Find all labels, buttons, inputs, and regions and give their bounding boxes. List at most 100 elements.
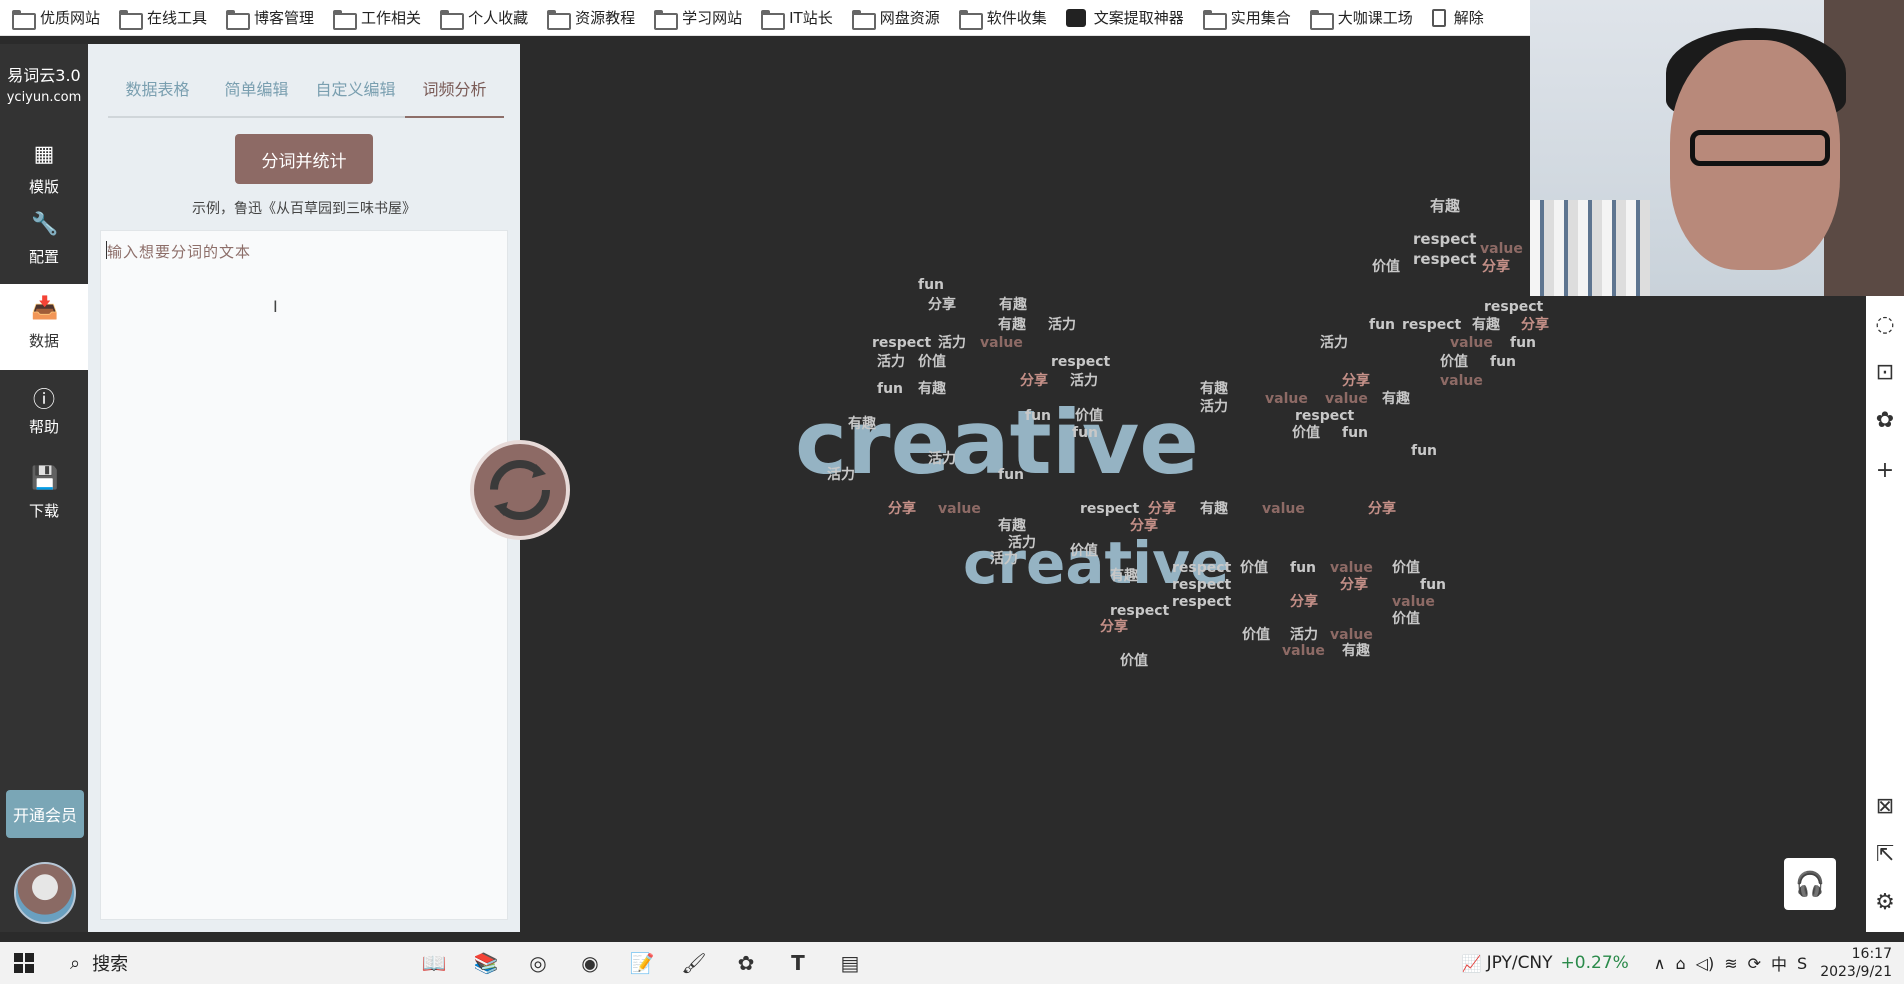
cloud-word: 有趣 — [998, 317, 1026, 333]
example-link[interactable]: 示例，鲁迅《从百草园到三味书屋》 — [88, 198, 520, 218]
save-icon: 💾 — [31, 466, 59, 491]
volume-icon[interactable]: ◁) — [1696, 954, 1715, 973]
vip-button[interactable]: 开通会员 — [6, 790, 84, 838]
nav-item-4[interactable]: 💾 下载 — [0, 454, 88, 540]
cloud-word: fun — [1510, 335, 1537, 351]
nav-label: 帮助 — [28, 418, 59, 436]
bookmark-item[interactable]: 学习网站 — [652, 4, 751, 32]
bookmark-item[interactable]: 在线工具 — [117, 4, 216, 32]
cloud-word: 有趣 — [1342, 643, 1370, 659]
cloud-word: respect — [1413, 230, 1477, 248]
panel-tabs: 数据表格 简单编辑 自定义编辑 词频分析 — [108, 74, 504, 118]
nav-label: 配置 — [28, 248, 59, 266]
notes-app-icon[interactable]: 📝 — [620, 945, 664, 981]
bookmark-label: 个人收藏 — [468, 9, 529, 27]
cloud-word: 价值 — [1240, 560, 1268, 576]
record-app-icon[interactable]: ◉ — [568, 945, 612, 981]
wifi-icon[interactable]: ≋ — [1724, 954, 1737, 973]
clock[interactable]: 16:17 2023/9/21 — [1812, 945, 1904, 981]
bookmark-item[interactable]: 实用集合 — [1201, 4, 1300, 32]
bookmark-label: 软件收集 — [986, 9, 1047, 27]
textarea-placeholder: 输入想要分词的文本 — [107, 243, 252, 261]
cloud-word: fun — [1411, 443, 1438, 459]
bookmark-item[interactable]: 资源教程 — [545, 4, 644, 32]
typora-app-icon[interactable]: T — [776, 945, 820, 981]
bookmark-item[interactable]: 工作相关 — [331, 4, 430, 32]
system-tray: 📈 JPY/CNY +0.27% ∧ ⌂ ◁) ≋ ⟳ 中 S 16:17 20… — [1457, 942, 1904, 984]
cloud-word: 分享 — [1100, 619, 1128, 635]
tab-1[interactable]: 简单编辑 — [207, 74, 306, 116]
nav-item-1[interactable]: 🔧 配置 — [0, 200, 88, 286]
text-input-area[interactable]: 输入想要分词的文本 I — [100, 230, 508, 920]
settings-app-icon[interactable]: ✿ — [724, 945, 768, 981]
cloud-word: 分享 — [1290, 594, 1318, 610]
external-link-icon[interactable]: ⇱ — [1866, 842, 1904, 867]
start-button[interactable] — [0, 942, 48, 984]
reader-app-icon[interactable]: 📖 — [412, 945, 456, 981]
bookmark-item[interactable]: 优质网站 — [10, 4, 109, 32]
bookmark-item[interactable]: IT站长 — [759, 4, 842, 32]
taskbar-search[interactable]: ⌕ 搜索 — [48, 942, 408, 984]
tab-3[interactable]: 词频分析 — [405, 74, 504, 118]
nav-item-3[interactable]: ⓘ 帮助 — [0, 370, 88, 456]
nav-item-2[interactable]: 📥 数据 — [0, 284, 88, 370]
help-circle-icon: ⓘ — [32, 388, 55, 413]
cloud-word: 价值 — [1292, 425, 1320, 441]
game-icon[interactable]: ⊡ — [1866, 360, 1904, 385]
cloud-word: value — [938, 501, 981, 517]
avatar[interactable] — [14, 862, 76, 924]
cloud-word: 活力 — [1008, 535, 1036, 551]
segment-count-button[interactable]: 分词并统计 — [235, 134, 373, 184]
browser-app-icon[interactable]: ◎ — [516, 945, 560, 981]
bookmark-item[interactable]: 文案提取神器 — [1064, 4, 1193, 32]
input-method[interactable]: 中 — [1771, 951, 1787, 975]
cloud-word: 价值 — [918, 354, 946, 370]
folder-icon — [547, 9, 572, 30]
taskbar: ⌕ 搜索 📖 📚 ◎ ◉ 📝 🖌 ✿ T ▤ 📈 JPY/CNY +0.27% ∧ ⌂ ◁) ≋… — [0, 942, 1904, 984]
refresh-icon[interactable]: ◌ — [1866, 312, 1904, 337]
cloud-word: 有趣 — [1200, 381, 1228, 397]
tab-0[interactable]: 数据表格 — [108, 74, 207, 116]
tab-2[interactable]: 自定义编辑 — [306, 74, 405, 116]
bookmark-item[interactable]: 博客管理 — [224, 4, 323, 32]
cloud-word: value — [1330, 560, 1373, 576]
cloud-word: 有趣 — [918, 381, 946, 397]
headset-icon[interactable]: 🎧 — [1784, 858, 1836, 910]
network-icon[interactable]: ⌂ — [1676, 954, 1686, 973]
cloud-word: respect — [1295, 408, 1355, 424]
file-app-icon[interactable]: 📚 — [464, 945, 508, 981]
bookmark-item[interactable]: 网盘资源 — [850, 4, 949, 32]
cloud-word: value — [1262, 501, 1305, 517]
ibeam-cursor-icon: I — [273, 297, 278, 316]
shield-icon[interactable]: S — [1797, 954, 1807, 973]
bookmark-item[interactable]: 个人收藏 — [438, 4, 537, 32]
cloud-word: 活力 — [877, 354, 905, 370]
bookmark-item[interactable]: 大咖课工场 — [1308, 4, 1422, 32]
cloud-word: respect — [1172, 594, 1232, 610]
windows-icon — [14, 953, 34, 973]
cloud-word: 活力 — [1290, 627, 1318, 643]
cloud-word: respect — [1051, 354, 1111, 370]
chevron-up-icon[interactable]: ∧ — [1654, 954, 1666, 973]
fx-label[interactable]: JPY/CNY — [1487, 953, 1553, 973]
nav-label: 下载 — [28, 502, 59, 520]
plus-icon[interactable]: + — [1866, 458, 1904, 483]
app-logo[interactable]: 易词云3.0 yciyun.com — [0, 44, 88, 105]
crop-icon[interactable]: ⊠ — [1866, 794, 1904, 819]
gear-icon[interactable]: ⚙ — [1866, 890, 1904, 915]
cloud-word: 有趣 — [1472, 317, 1500, 333]
bookmark-item[interactable]: 软件收集 — [957, 4, 1056, 32]
bookmark-item[interactable]: 解除 — [1430, 4, 1493, 32]
folder-icon — [12, 9, 36, 30]
files-app-icon[interactable]: ▤ — [828, 945, 872, 981]
cloud-word: respect — [1413, 250, 1477, 268]
sync-icon[interactable]: ⟳ — [1748, 954, 1761, 973]
bookmark-label: 解除 — [1453, 9, 1484, 27]
cloud-word: 有趣 — [998, 518, 1026, 534]
settings-flower-icon[interactable]: ✿ — [1866, 408, 1904, 433]
cloud-word: fun — [1490, 354, 1517, 370]
cloud-word: value — [1325, 391, 1368, 407]
folder-icon — [226, 9, 251, 30]
paint-app-icon[interactable]: 🖌 — [672, 945, 716, 981]
cloud-word: 活力 — [938, 335, 966, 351]
